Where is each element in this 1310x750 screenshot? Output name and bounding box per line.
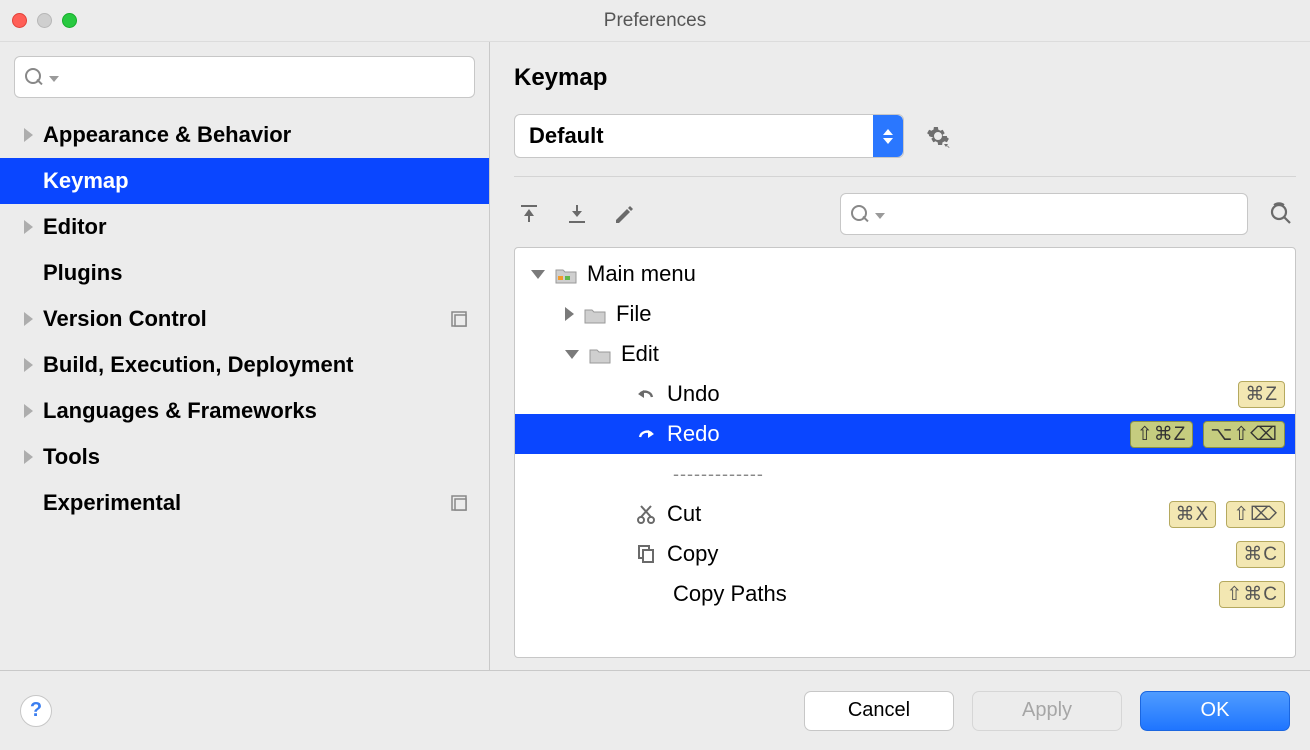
sidebar-item-label: Languages & Frameworks <box>43 398 317 424</box>
shortcut-badge: ⌘Z <box>1238 381 1285 408</box>
tree-node-label: Main menu <box>587 261 1285 287</box>
search-history-dropdown-icon[interactable] <box>875 213 885 219</box>
tree-action-copy[interactable]: Copy ⌘C <box>515 534 1295 574</box>
window-title: Preferences <box>0 10 1310 32</box>
tree-node-label: Edit <box>621 341 1285 367</box>
shortcut-badge: ⇧⌘C <box>1219 581 1285 608</box>
sidebar-item-tools[interactable]: Tools <box>0 434 489 480</box>
action-search-input[interactable] <box>889 204 1237 225</box>
tree-node-edit[interactable]: Edit <box>515 334 1295 374</box>
redo-icon <box>635 423 657 445</box>
folder-icon <box>584 305 606 323</box>
scheme-selected-label: Default <box>529 123 604 149</box>
tree-action-copy-paths[interactable]: Copy Paths ⇧⌘C <box>515 574 1295 614</box>
sidebar-item-build-execution-deployment[interactable]: Build, Execution, Deployment <box>0 342 489 388</box>
search-icon <box>25 68 43 86</box>
sidebar-item-experimental[interactable]: Experimental <box>0 480 489 526</box>
action-label: Copy <box>667 541 1226 567</box>
shortcut-badge: ⇧⌘Z <box>1130 421 1194 448</box>
tree-action-undo[interactable]: Undo ⌘Z <box>515 374 1295 414</box>
sidebar-item-plugins[interactable]: Plugins <box>0 250 489 296</box>
action-search-box[interactable] <box>840 193 1248 235</box>
separator-label: ------------- <box>673 464 1285 485</box>
chevron-down-icon <box>565 350 579 359</box>
project-settings-icon <box>449 309 469 329</box>
tree-action-redo[interactable]: Redo ⇧⌘Z ⌥⇧⌫ <box>515 414 1295 454</box>
folder-icon <box>555 265 577 283</box>
tree-node-file[interactable]: File <box>515 294 1295 334</box>
ok-button[interactable]: OK <box>1140 691 1290 731</box>
expand-arrow-icon <box>24 128 33 142</box>
chevron-down-icon <box>531 270 545 279</box>
cancel-button[interactable]: Cancel <box>804 691 954 731</box>
sidebar-item-appearance-behavior[interactable]: Appearance & Behavior <box>0 112 489 158</box>
keymap-scheme-select[interactable]: Default <box>514 114 904 158</box>
sidebar-item-label: Appearance & Behavior <box>43 122 291 148</box>
keymap-tree[interactable]: Main menu File Edit <box>514 247 1296 658</box>
sidebar-item-label: Editor <box>43 214 107 240</box>
shortcut-badge: ⇧⌦ <box>1226 501 1285 528</box>
shortcut-list: ⇧⌘Z ⌥⇧⌫ <box>1130 421 1285 448</box>
action-label: Copy Paths <box>673 581 1209 607</box>
settings-search-input[interactable] <box>63 67 464 88</box>
cut-icon <box>635 503 657 525</box>
tree-action-cut[interactable]: Cut ⌘X ⇧⌦ <box>515 494 1295 534</box>
shortcut-list: ⌘Z <box>1238 381 1285 408</box>
action-label: Redo <box>667 421 1120 447</box>
expand-arrow-icon <box>24 220 33 234</box>
expand-arrow-icon <box>24 450 33 464</box>
sidebar-item-label: Keymap <box>43 168 129 194</box>
expand-arrow-icon <box>24 404 33 418</box>
sidebar-item-version-control[interactable]: Version Control <box>0 296 489 342</box>
search-icon <box>851 205 869 223</box>
search-history-dropdown-icon[interactable] <box>49 76 59 82</box>
shortcut-badge: ⌘C <box>1236 541 1285 568</box>
folder-icon <box>589 345 611 363</box>
select-arrows-icon <box>873 115 903 157</box>
sidebar-item-keymap[interactable]: Keymap <box>0 158 489 204</box>
edit-shortcut-button[interactable] <box>610 199 640 229</box>
footer: ? Cancel Apply OK <box>0 670 1310 750</box>
action-label: Undo <box>667 381 1228 407</box>
main-panel: Keymap Default <box>490 42 1310 670</box>
help-button[interactable]: ? <box>20 695 52 727</box>
sidebar-item-label: Experimental <box>43 490 181 516</box>
collapse-all-button[interactable] <box>562 199 592 229</box>
sidebar-item-languages-frameworks[interactable]: Languages & Frameworks <box>0 388 489 434</box>
action-label: Cut <box>667 501 1159 527</box>
shortcut-badge: ⌥⇧⌫ <box>1203 421 1285 448</box>
sidebar-item-label: Version Control <box>43 306 207 332</box>
sidebar-item-label: Plugins <box>43 260 122 286</box>
sidebar-item-label: Build, Execution, Deployment <box>43 352 353 378</box>
expand-arrow-icon <box>24 312 33 326</box>
shortcut-list: ⇧⌘C <box>1219 581 1285 608</box>
shortcut-list: ⌘X ⇧⌦ <box>1169 501 1285 528</box>
divider <box>514 176 1296 177</box>
chevron-right-icon <box>565 307 574 321</box>
project-settings-icon <box>449 493 469 513</box>
sidebar: Appearance & Behavior Keymap Editor Plug… <box>0 42 490 670</box>
copy-icon <box>635 543 657 565</box>
sidebar-item-editor[interactable]: Editor <box>0 204 489 250</box>
gear-icon[interactable] <box>926 124 950 148</box>
expand-arrow-icon <box>24 358 33 372</box>
tree-separator-row[interactable]: ------------- <box>515 454 1295 494</box>
shortcut-badge: ⌘X <box>1169 501 1217 528</box>
settings-search-box[interactable] <box>14 56 475 98</box>
tree-node-label: File <box>616 301 1285 327</box>
sidebar-item-label: Tools <box>43 444 100 470</box>
shortcut-list: ⌘C <box>1236 541 1285 568</box>
find-by-shortcut-button[interactable] <box>1266 199 1296 229</box>
page-title: Keymap <box>514 64 1296 92</box>
titlebar: Preferences <box>0 0 1310 42</box>
tree-node-main-menu[interactable]: Main menu <box>515 254 1295 294</box>
apply-button: Apply <box>972 691 1122 731</box>
undo-icon <box>635 383 657 405</box>
expand-all-button[interactable] <box>514 199 544 229</box>
